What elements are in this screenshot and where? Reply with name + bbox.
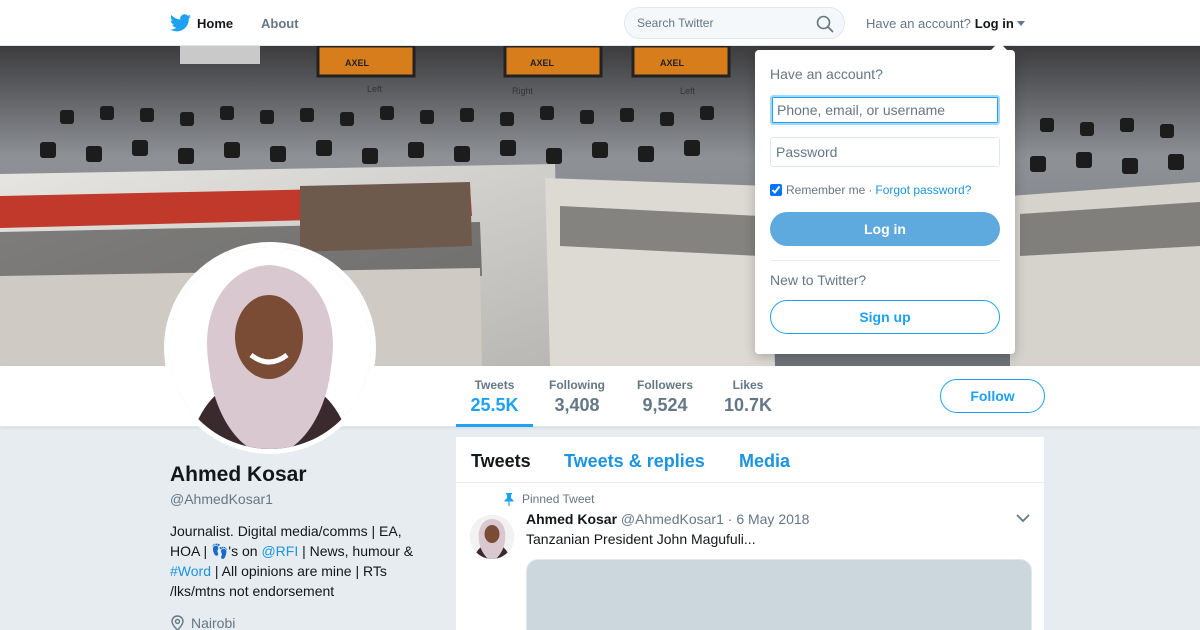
login-button[interactable]: Log in — [770, 212, 1000, 246]
stat-following-label: Following — [549, 378, 605, 392]
tab-tweets[interactable]: Tweets — [471, 451, 531, 472]
stat-followers[interactable]: Followers 9,524 — [631, 366, 699, 427]
tab-media[interactable]: Media — [739, 451, 790, 472]
tweet-text: Tanzanian President John Magufuli... — [526, 531, 756, 547]
pinned-tweet-label: Pinned Tweet — [504, 492, 595, 506]
pinned-text: Pinned Tweet — [522, 492, 595, 506]
dropdown-divider — [770, 260, 1000, 261]
twitter-bird-icon — [170, 14, 191, 32]
password-input[interactable] — [770, 137, 1000, 167]
tweet-media[interactable] — [526, 559, 1032, 630]
tweet-avatar-image — [470, 515, 514, 559]
remember-me-checkbox[interactable] — [770, 184, 782, 196]
account-prompt: Have an account? Log in — [866, 0, 1025, 46]
top-nav-bar: Home About Have an account? Log in — [0, 0, 1200, 46]
profile-handle[interactable]: @AhmedKosar1 — [170, 491, 273, 507]
tweet-date[interactable]: 6 May 2018 — [736, 511, 809, 527]
nav-home-label: Home — [197, 15, 234, 31]
login-dropdown: Have an account? Remember me · Forgot pa… — [755, 50, 1015, 354]
avatar-image — [169, 247, 371, 449]
nav-about-link[interactable]: About — [261, 0, 299, 46]
profile-bio: Journalist. Digital media/comms | EA, HO… — [170, 521, 430, 601]
vu-brand-1: AXEL — [345, 58, 370, 68]
account-prompt-text: Have an account? — [866, 15, 971, 31]
vu-brand-2: AXEL — [530, 58, 555, 68]
tweet-header: Ahmed Kosar @AhmedKosar1 · 6 May 2018 — [526, 511, 809, 527]
bio-text-3: | News, humour & — [298, 543, 414, 559]
tweet-author-avatar[interactable] — [470, 515, 514, 559]
tweet-author-handle[interactable]: @AhmedKosar1 — [621, 511, 724, 527]
bio-mention-link[interactable]: @RFI — [261, 543, 298, 559]
stat-likes-label: Likes — [732, 378, 764, 392]
search-icon[interactable] — [816, 15, 834, 33]
search-box — [624, 7, 845, 39]
chevron-down-icon[interactable] — [1016, 513, 1030, 523]
location-pin-icon — [171, 615, 184, 630]
remember-me-label[interactable]: Remember me — [786, 183, 865, 197]
stat-following-value: 3,408 — [554, 395, 600, 415]
stat-followers-label: Followers — [636, 378, 693, 392]
stat-tweets-label: Tweets — [474, 378, 515, 392]
username-input[interactable] — [770, 95, 1000, 125]
remember-separator: · — [868, 183, 873, 197]
timeline-tabs: Tweets Tweets & replies Media — [456, 437, 1044, 483]
stat-followers-value: 9,524 — [642, 395, 688, 415]
login-link-label: Log in — [974, 15, 1014, 31]
stat-likes-value: 10.7K — [723, 395, 773, 415]
remember-row: Remember me · Forgot password? — [770, 183, 971, 197]
forgot-password-link[interactable]: Forgot password? — [875, 183, 971, 197]
login-dropdown-toggle[interactable]: Log in — [975, 16, 1025, 31]
stat-following[interactable]: Following 3,408 — [544, 366, 610, 427]
login-dropdown-title: Have an account? — [770, 66, 883, 82]
vu-brand-3: AXEL — [660, 58, 685, 68]
tweet-separator: · — [727, 511, 733, 527]
footprints-emoji: 👣 — [210, 543, 229, 559]
timeline: Tweets Tweets & replies Media Pinned Twe… — [456, 437, 1044, 630]
follow-button[interactable]: Follow — [940, 379, 1045, 413]
vu-label-2: Right — [512, 86, 534, 96]
tab-tweets-replies[interactable]: Tweets & replies — [564, 451, 705, 472]
profile-name[interactable]: Ahmed Kosar — [170, 463, 307, 487]
caret-down-icon — [1016, 20, 1025, 26]
search-input[interactable] — [637, 16, 807, 30]
nav-home-link[interactable]: Home — [170, 0, 233, 46]
new-to-twitter-text: New to Twitter? — [770, 272, 867, 288]
stat-tweets[interactable]: Tweets 25.5K — [456, 366, 533, 427]
stat-tweets-value: 25.5K — [470, 395, 519, 415]
pin-icon — [504, 492, 514, 506]
stat-likes[interactable]: Likes 10.7K — [721, 366, 775, 427]
vu-label-3: Left — [680, 86, 696, 96]
profile-location: Nairobi — [170, 615, 235, 630]
dropdown-caret — [990, 42, 1008, 51]
location-text: Nairobi — [191, 615, 236, 630]
vu-label-1: Left — [367, 84, 383, 94]
profile-avatar[interactable] — [164, 242, 376, 454]
bio-text-2: 's on — [228, 543, 262, 559]
signup-button[interactable]: Sign up — [770, 300, 1000, 334]
tweet-author-name[interactable]: Ahmed Kosar — [526, 511, 617, 527]
bio-hashtag-link[interactable]: #Word — [170, 563, 211, 579]
